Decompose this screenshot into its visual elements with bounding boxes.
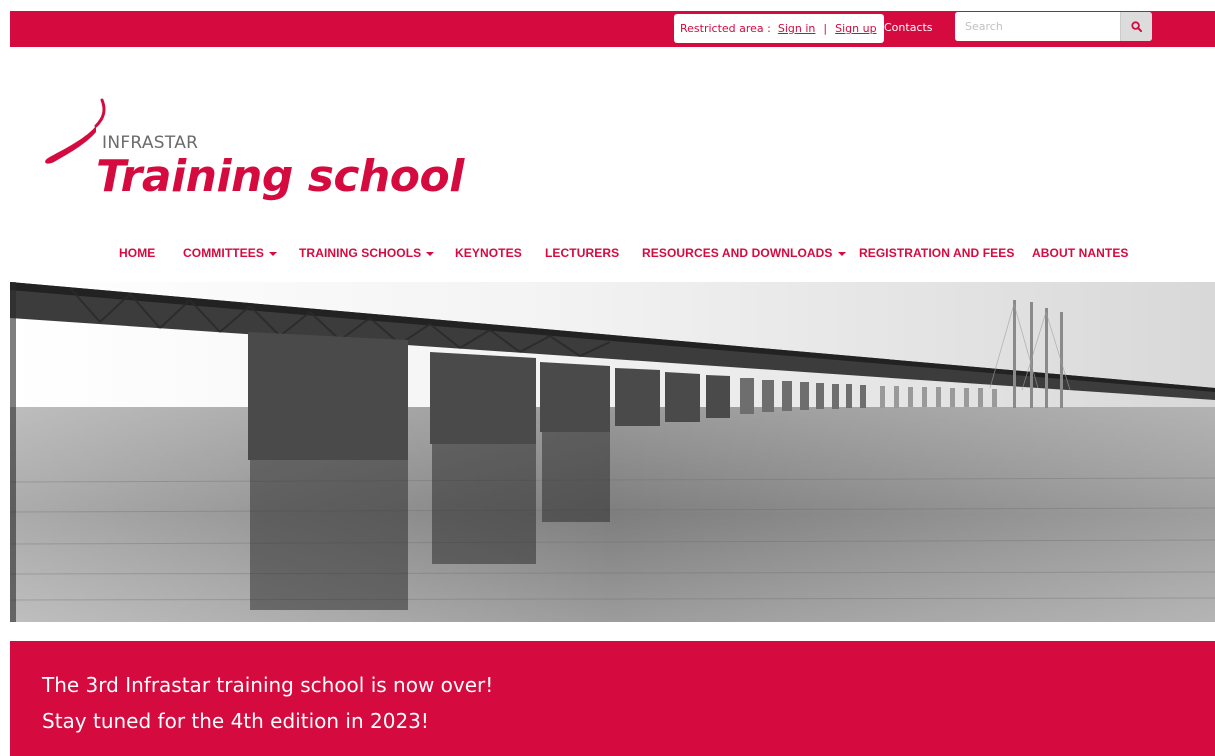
nav-home-label: HOME (119, 246, 156, 260)
contacts-link[interactable]: Contacts (884, 21, 933, 34)
announcement-banner: The 3rd Infrastar training school is now… (10, 641, 1215, 756)
logo-title-text: Training school (96, 151, 464, 202)
chevron-down-icon (269, 251, 277, 256)
nav-registration[interactable]: REGISTRATION AND FEES (859, 246, 1014, 260)
hero-bridge-image (10, 282, 1215, 622)
bridge-photo-graphic (10, 282, 1215, 622)
nav-about-nantes[interactable]: ABOUT NANTES (1032, 246, 1129, 260)
link-separator: | (823, 22, 828, 35)
sign-up-link[interactable]: Sign up (835, 22, 876, 35)
nav-training-schools-label: TRAINING SCHOOLS (299, 246, 422, 260)
nav-registration-label: REGISTRATION AND FEES (859, 246, 1015, 260)
chevron-down-icon (837, 251, 846, 256)
search-icon (1131, 21, 1142, 32)
nav-resources[interactable]: RESOURCES AND DOWNLOADS (642, 246, 846, 260)
site-logo[interactable]: INFRASTAR Training school (40, 92, 464, 222)
nav-lecturers[interactable]: LECTURERS (545, 246, 619, 260)
nav-committees[interactable]: COMMITTEES (183, 246, 277, 260)
top-bar: Restricted area : Sign in | Sign up Cont… (10, 11, 1215, 47)
announcement-line-1: The 3rd Infrastar training school is now… (42, 673, 494, 697)
nav-keynotes-label: KEYNOTES (455, 246, 522, 260)
nav-training-schools[interactable]: TRAINING SCHOOLS (299, 246, 435, 260)
restricted-area-label: Restricted area : (680, 22, 771, 35)
nav-lecturers-label: LECTURERS (545, 246, 620, 260)
nav-resources-label: RESOURCES AND DOWNLOADS (642, 246, 833, 260)
search-input[interactable] (955, 12, 1119, 41)
nav-about-nantes-label: ABOUT NANTES (1032, 246, 1129, 260)
announcement-line-2: Stay tuned for the 4th edition in 2023! (42, 709, 429, 733)
nav-keynotes[interactable]: KEYNOTES (455, 246, 522, 260)
nav-committees-label: COMMITTEES (183, 246, 264, 260)
chevron-down-icon (426, 251, 435, 256)
restricted-area-box: Restricted area : Sign in | Sign up (674, 14, 884, 43)
main-navigation: HOME COMMITTEES TRAINING SCHOOLS KEYNOTE… (0, 246, 1215, 266)
logo-brand-text: INFRASTAR (102, 133, 199, 153)
nav-home[interactable]: HOME (119, 246, 155, 260)
search-button[interactable] (1120, 12, 1152, 41)
sign-in-link[interactable]: Sign in (778, 22, 816, 35)
search-box (955, 12, 1152, 41)
